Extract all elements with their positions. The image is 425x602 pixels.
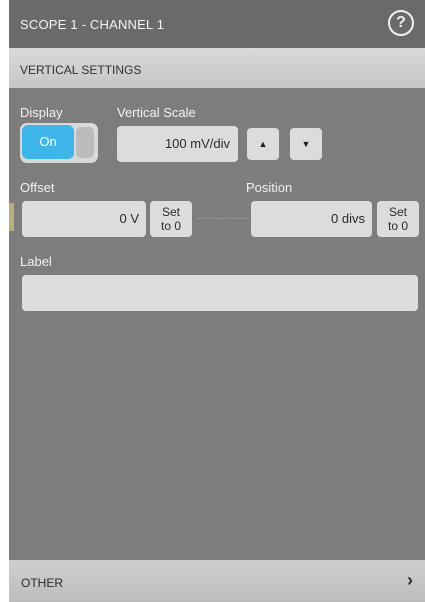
position-set-line2: to 0 xyxy=(387,219,408,233)
position-value: 0 divs xyxy=(331,211,365,226)
offset-set-line2: to 0 xyxy=(160,219,181,233)
offset-set-to-zero-button[interactable]: Set to 0 xyxy=(150,201,192,237)
position-label: Position xyxy=(246,180,293,195)
arrow-up-icon: ▲ xyxy=(258,139,268,149)
position-set-line1: Set xyxy=(388,205,407,219)
offset-field[interactable]: 0 V xyxy=(22,201,146,237)
title-bar: SCOPE 1 - CHANNEL 1 ? xyxy=(9,0,425,48)
display-toggle[interactable]: On xyxy=(20,123,98,163)
vertical-scale-value: 100 mV/div xyxy=(164,136,230,151)
vertical-scale-field[interactable]: 100 mV/div xyxy=(117,126,238,162)
window-title: SCOPE 1 - CHANNEL 1 xyxy=(20,17,165,32)
arrow-down-icon: ▼ xyxy=(301,139,311,149)
label-input[interactable] xyxy=(22,275,418,311)
offset-set-line1: Set xyxy=(161,205,180,219)
label-field-label: Label xyxy=(20,254,52,269)
vertical-scale-label: Vertical Scale xyxy=(117,105,196,120)
position-set-to-zero-button[interactable]: Set to 0 xyxy=(377,201,419,237)
scale-down-button[interactable]: ▼ xyxy=(290,128,322,160)
offset-value: 0 V xyxy=(119,211,139,226)
other-section-title: OTHER xyxy=(21,576,63,590)
vertical-settings-header[interactable]: VERTICAL SETTINGS xyxy=(9,48,425,88)
toggle-knob xyxy=(76,127,94,158)
other-section-header[interactable]: OTHER › xyxy=(9,560,425,602)
channel-marker xyxy=(9,203,14,231)
help-icon[interactable]: ? xyxy=(388,10,414,36)
chevron-right-icon: › xyxy=(407,570,413,590)
section-title: VERTICAL SETTINGS xyxy=(20,63,142,77)
position-field[interactable]: 0 divs xyxy=(251,201,372,237)
display-toggle-value: On xyxy=(22,125,74,159)
offset-position-divider xyxy=(197,218,249,219)
channel-settings-panel: SCOPE 1 - CHANNEL 1 ? VERTICAL SETTINGS … xyxy=(9,0,425,602)
scale-up-button[interactable]: ▲ xyxy=(247,128,279,160)
display-label: Display xyxy=(20,105,63,120)
offset-label: Offset xyxy=(20,180,55,195)
